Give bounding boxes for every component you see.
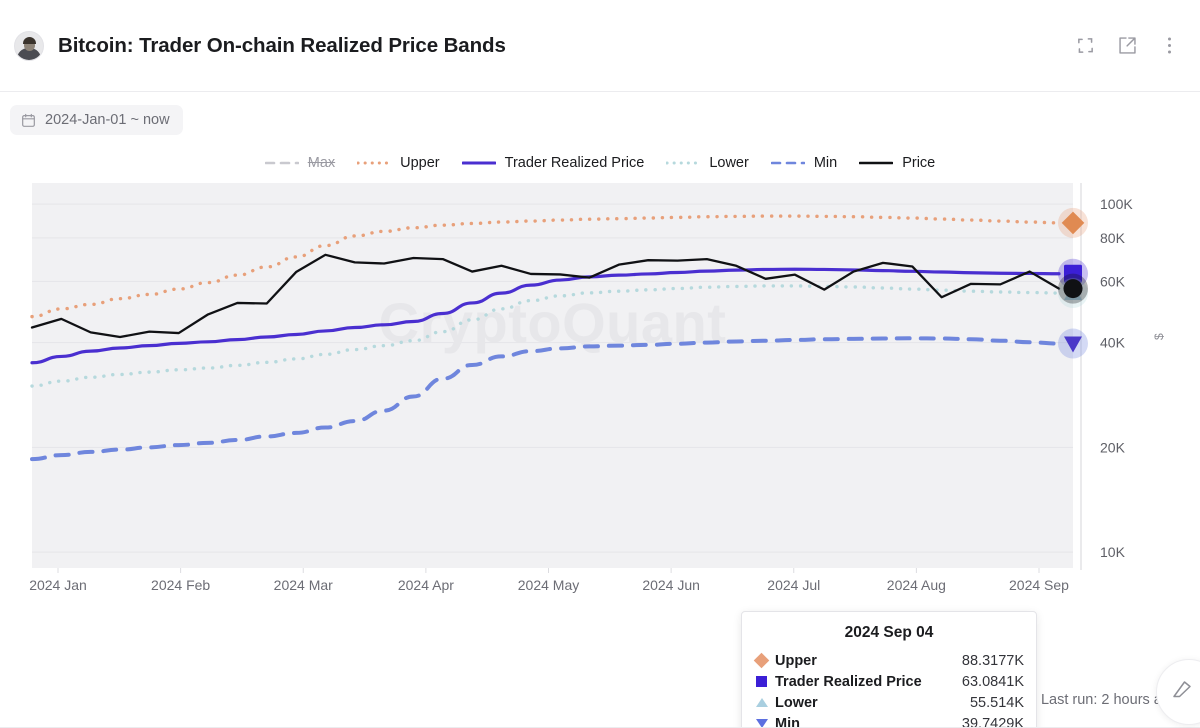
x-axis-tick: 2024 Mar xyxy=(274,577,333,593)
legend-item-max[interactable]: Max xyxy=(264,155,336,171)
card-footer: Last run: 2 hours ago xyxy=(0,659,1200,728)
external-link-icon[interactable] xyxy=(1114,33,1140,59)
tooltip-marker-diamond-icon xyxy=(753,652,770,669)
fullscreen-icon[interactable] xyxy=(1072,33,1098,59)
tooltip-series-value: 88.3177K xyxy=(961,652,1024,669)
y-axis-title: $ xyxy=(1152,333,1166,340)
legend-label: Trader Realized Price xyxy=(504,155,645,171)
legend-label: Price xyxy=(902,155,936,171)
y-axis-tick: 10K xyxy=(1100,544,1126,560)
calendar-icon xyxy=(21,113,36,128)
y-axis-tick: 80K xyxy=(1100,230,1126,246)
legend-item-lower[interactable]: Lower xyxy=(666,155,749,171)
page-title: Bitcoin: Trader On-chain Realized Price … xyxy=(58,33,506,57)
x-axis-tick: 2024 Apr xyxy=(398,577,454,593)
legend-swatch-max xyxy=(264,161,299,165)
x-axis-tick: 2024 Aug xyxy=(887,577,946,593)
legend-swatch-upper xyxy=(357,161,392,165)
legend-item-price[interactable]: Price xyxy=(859,155,935,171)
y-axis-tick: 100K xyxy=(1100,196,1133,212)
end-marker-price xyxy=(1058,273,1088,304)
toolbar: 2024-Jan-01 ~ now xyxy=(0,92,1200,140)
more-options-icon[interactable] xyxy=(1156,33,1182,59)
y-axis-tick: 20K xyxy=(1100,439,1126,455)
legend-label: Max xyxy=(307,155,336,171)
legend-swatch-lower xyxy=(666,161,701,165)
card-header: Bitcoin: Trader On-chain Realized Price … xyxy=(0,0,1200,92)
legend-label: Upper xyxy=(400,155,440,171)
avatar-hair xyxy=(22,36,36,44)
x-axis-tick: 2024 Jul xyxy=(767,577,820,593)
legend-label: Lower xyxy=(709,155,749,171)
chart-card: Bitcoin: Trader On-chain Realized Price … xyxy=(0,0,1200,728)
chart-svg[interactable]: 100K 80K 60K 40K 20K 10K $ CryptoQuant 2024 Jan 2… xyxy=(0,180,1200,620)
header-actions xyxy=(1072,33,1182,59)
y-axis-tick: 40K xyxy=(1100,335,1126,351)
chart-legend: Max Upper Trader Realized Price Lower Min Pri… xyxy=(0,140,1200,180)
legend-label: Min xyxy=(813,155,838,171)
avatar xyxy=(14,30,44,61)
edit-pencil-icon xyxy=(1173,678,1194,707)
legend-swatch-price xyxy=(859,161,894,165)
legend-swatch-trader-realized-price xyxy=(461,161,496,165)
date-range-label: 2024-Jan-01 ~ now xyxy=(45,112,170,128)
x-axis-tick: 2024 Sep xyxy=(1009,577,1069,593)
chart-area: 100K 80K 60K 40K 20K 10K $ CryptoQuant 2024 Jan 2… xyxy=(0,180,1200,728)
tooltip-series-name: Upper xyxy=(775,652,817,669)
legend-item-min[interactable]: Min xyxy=(770,155,838,171)
tooltip-row: Upper 88.3177K xyxy=(753,650,1024,671)
legend-item-trader-realized-price[interactable]: Trader Realized Price xyxy=(461,155,645,171)
end-marker-min xyxy=(1058,328,1088,359)
watermark: CryptoQuant xyxy=(379,291,727,354)
x-axis-tick: 2024 Feb xyxy=(151,577,210,593)
y-axis-tick: 60K xyxy=(1100,273,1126,289)
legend-swatch-min xyxy=(770,161,805,165)
date-range-picker[interactable]: 2024-Jan-01 ~ now xyxy=(10,105,183,135)
end-marker-upper xyxy=(1058,207,1088,238)
x-axis-tick: 2024 Jan xyxy=(29,577,87,593)
x-axis-tick: 2024 May xyxy=(518,577,579,593)
plot-background xyxy=(32,183,1073,568)
tooltip-date: 2024 Sep 04 xyxy=(844,624,934,641)
legend-item-upper[interactable]: Upper xyxy=(357,155,440,171)
x-axis-tick: 2024 Jun xyxy=(642,577,700,593)
